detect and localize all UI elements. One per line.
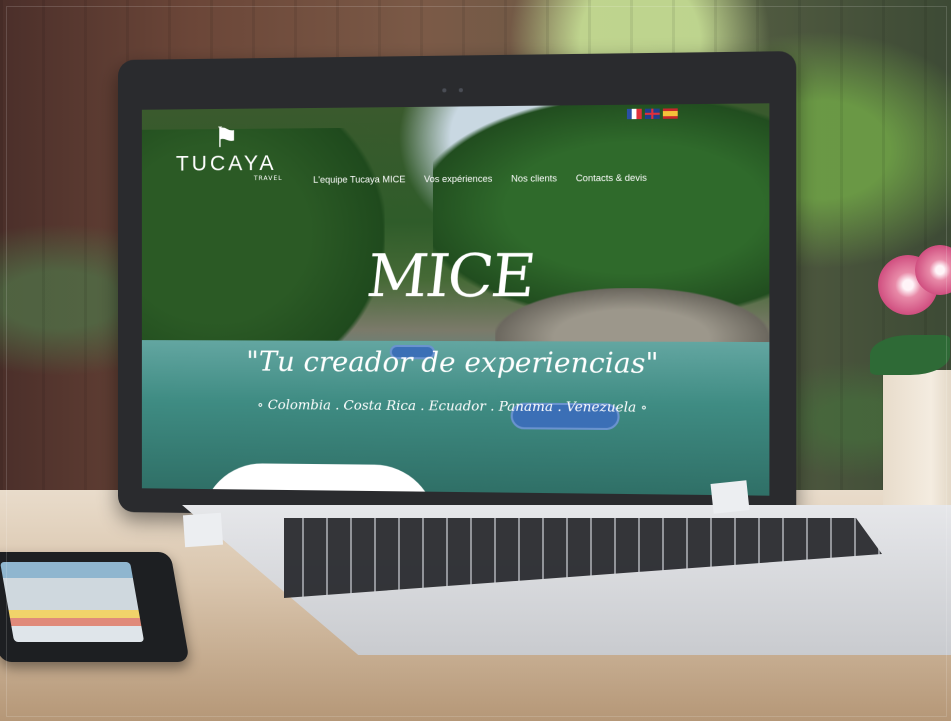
nav-item-contacts[interactable]: Contacts & devis [576,173,647,184]
fr-flag-icon[interactable] [626,108,642,120]
laptop-screen: ⚑ TUCAYA TRAVEL L'equipe Tucaya MICE Vos… [141,103,770,496]
camera-dot [458,88,463,93]
es-flag-icon[interactable] [662,108,678,119]
hero-subtitle: "Tu creador de experiencias" [246,346,659,380]
toucan-icon: ⚑ [213,120,239,155]
hero-title: MICE [363,240,538,311]
nav-item-clients[interactable]: Nos clients [511,173,557,184]
language-switcher [626,108,678,120]
logo-name: TUCAYA [175,151,277,176]
photo-background: ⚑ TUCAYA TRAVEL L'equipe Tucaya MICE Vos… [0,0,951,721]
leaf [870,335,950,375]
main-nav: L'equipe Tucaya MICE Vos expériences Nos… [313,173,647,185]
nav-item-experiences[interactable]: Vos expériences [424,174,492,185]
camera-dot [442,88,447,93]
hinge-right [710,480,750,514]
site-logo[interactable]: ⚑ TUCAYA TRAVEL [156,120,297,183]
nav-item-equipe[interactable]: L'equipe Tucaya MICE [313,174,405,185]
phone-screen [0,562,145,642]
laptop-lid: ⚑ TUCAYA TRAVEL L'equipe Tucaya MICE Vos… [118,51,797,521]
hinge-left [182,512,224,548]
smartphone [0,552,190,662]
logo-sub: TRAVEL [253,174,283,183]
uk-flag-icon[interactable] [644,108,660,120]
